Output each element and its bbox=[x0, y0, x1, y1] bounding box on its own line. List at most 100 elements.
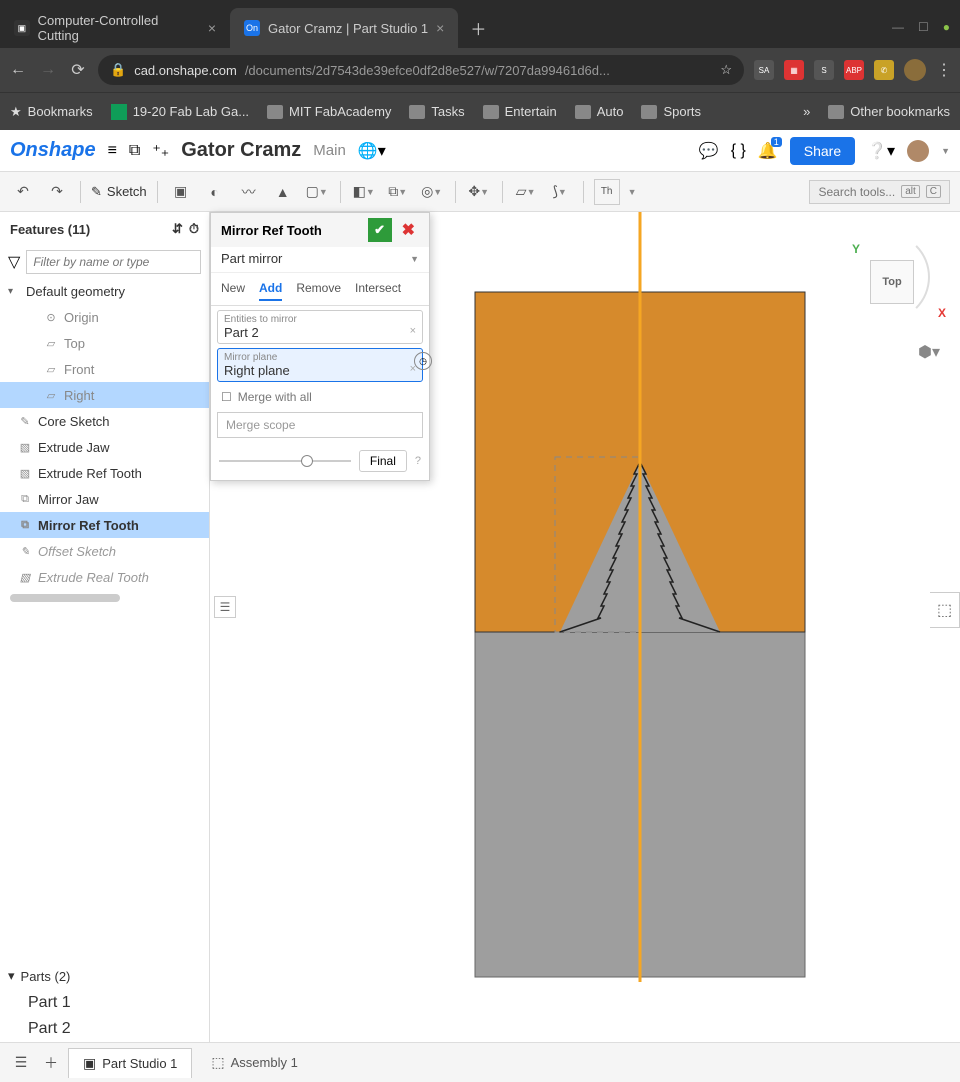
comment-icon[interactable]: 💬 bbox=[699, 141, 719, 161]
curve-icon[interactable]: ⟆▼ bbox=[547, 179, 573, 205]
tree-item-front[interactable]: ▱Front bbox=[0, 356, 209, 382]
plane-icon[interactable]: ▱▼ bbox=[513, 179, 539, 205]
bookmark-item[interactable]: Sports bbox=[641, 104, 701, 119]
display-mode-icon[interactable]: ⬢▾ bbox=[918, 342, 940, 362]
add-icon[interactable]: ⁺₊ bbox=[152, 141, 169, 161]
loft-icon[interactable]: ▲ bbox=[270, 179, 296, 205]
extension-icon[interactable]: S bbox=[814, 60, 834, 80]
braces-icon[interactable]: { } bbox=[731, 142, 746, 160]
maximize-icon[interactable]: ☐ bbox=[918, 20, 929, 34]
bookmark-item[interactable]: MIT FabAcademy bbox=[267, 104, 391, 119]
final-button[interactable]: Final bbox=[359, 450, 407, 472]
search-tools-input[interactable]: Search tools... altC bbox=[809, 180, 950, 204]
tree-item-origin[interactable]: ⊙Origin bbox=[0, 304, 209, 330]
view-cube[interactable]: Y Top X bbox=[840, 232, 940, 322]
tree-item[interactable]: ✎Core Sketch bbox=[0, 408, 209, 434]
notifications-icon[interactable]: 🔔1 bbox=[758, 141, 778, 161]
menu-icon[interactable]: ⋮ bbox=[936, 60, 952, 80]
chevron-down-icon[interactable]: ▼ bbox=[941, 146, 950, 156]
tab-new[interactable]: New bbox=[221, 277, 245, 301]
mirror-type-select[interactable]: Part mirror▼ bbox=[211, 247, 429, 273]
tree-item-mirror-ref-tooth[interactable]: ⧉Mirror Ref Tooth bbox=[0, 512, 209, 538]
tool-dropdown[interactable]: ▢▼ bbox=[304, 179, 330, 205]
history-icon[interactable]: ◷ bbox=[414, 352, 432, 370]
tab-remove[interactable]: Remove bbox=[296, 277, 341, 301]
extension-icon[interactable]: ▦ bbox=[784, 60, 804, 80]
browser-tab[interactable]: ▣ Computer-Controlled Cutting × bbox=[0, 8, 230, 48]
part-item[interactable]: Part 1 bbox=[0, 990, 209, 1016]
rollback-icon[interactable]: ⇵ bbox=[172, 221, 183, 237]
user-avatar[interactable] bbox=[907, 140, 929, 162]
tab-part-studio[interactable]: ▣Part Studio 1 bbox=[68, 1048, 192, 1078]
bookmark-item[interactable]: Auto bbox=[575, 104, 624, 119]
tree-icon[interactable]: ⧉ bbox=[129, 142, 140, 160]
viewcube-face-top[interactable]: Top bbox=[870, 260, 914, 304]
close-window-icon[interactable]: ● bbox=[943, 20, 950, 34]
tree-item[interactable]: ▧Extrude Jaw bbox=[0, 434, 209, 460]
share-button[interactable]: Share bbox=[790, 137, 855, 165]
stopwatch-icon[interactable]: ⏱ bbox=[189, 221, 199, 237]
filter-icon[interactable]: ▽ bbox=[8, 252, 20, 272]
sweep-icon[interactable]: 〰 bbox=[236, 179, 262, 205]
tab-menu-icon[interactable]: ☰ bbox=[8, 1050, 34, 1076]
opacity-slider[interactable] bbox=[219, 460, 351, 462]
reload-icon[interactable]: ⟳ bbox=[68, 60, 88, 80]
tab-add[interactable]: Add bbox=[259, 277, 282, 301]
overflow-icon[interactable]: » bbox=[803, 104, 810, 119]
undo-icon[interactable]: ↶ bbox=[10, 179, 36, 205]
tree-item[interactable]: ✎Offset Sketch bbox=[0, 538, 209, 564]
3d-canvas[interactable]: Mirror Ref Tooth ✔ ✖ Part mirror▼ New Ad… bbox=[210, 212, 960, 1042]
tab-assembly[interactable]: ⬚Assembly 1 bbox=[196, 1047, 312, 1078]
tree-item-top[interactable]: ▱Top bbox=[0, 330, 209, 356]
sketch-button[interactable]: ✎Sketch bbox=[91, 184, 147, 200]
fillet-icon[interactable]: ◧▼ bbox=[351, 179, 377, 205]
slider-thumb[interactable] bbox=[301, 455, 313, 467]
merge-scope-field[interactable]: Merge scope bbox=[217, 412, 423, 438]
entities-field[interactable]: Entities to mirror Part 2× bbox=[217, 310, 423, 344]
help-icon[interactable]: ? bbox=[415, 455, 421, 467]
filter-input[interactable] bbox=[26, 250, 201, 274]
revolve-icon[interactable]: ◐ bbox=[202, 179, 228, 205]
minimize-icon[interactable]: — bbox=[892, 20, 904, 34]
bookmark-item[interactable]: Tasks bbox=[409, 104, 464, 119]
document-title[interactable]: Gator Cramz bbox=[181, 139, 301, 162]
globe-icon[interactable]: 🌐▾ bbox=[358, 141, 386, 161]
bookmark-item[interactable]: Other bookmarks bbox=[828, 104, 950, 119]
tab-intersect[interactable]: Intersect bbox=[355, 277, 401, 301]
url-input[interactable]: 🔒 cad.onshape.com/documents/2d7543de39ef… bbox=[98, 55, 744, 85]
bookmark-item[interactable]: Entertain bbox=[483, 104, 557, 119]
close-icon[interactable]: × bbox=[436, 20, 444, 36]
bookmark-item[interactable]: 19-20 Fab Lab Ga... bbox=[111, 104, 249, 120]
profile-avatar[interactable] bbox=[904, 59, 926, 81]
collapse-panel-icon[interactable]: ☰ bbox=[214, 596, 236, 618]
parts-header[interactable]: ▾Parts (2) bbox=[0, 962, 209, 990]
tree-item[interactable]: ▧Extrude Ref Tooth bbox=[0, 460, 209, 486]
isometric-icon[interactable]: ⬚ bbox=[930, 592, 960, 628]
extension-icon[interactable]: ABP bbox=[844, 60, 864, 80]
boolean-icon[interactable]: ◎▼ bbox=[419, 179, 445, 205]
menu-icon[interactable]: ≡ bbox=[108, 142, 117, 160]
extension-icon[interactable]: ✆ bbox=[874, 60, 894, 80]
pattern-icon[interactable]: ⧉▼ bbox=[385, 179, 411, 205]
bookmark-item[interactable]: ★Bookmarks bbox=[10, 104, 93, 120]
mirror-plane-field[interactable]: ◷ Mirror plane Right plane× bbox=[217, 348, 423, 382]
tree-item[interactable]: ⧉Mirror Jaw bbox=[0, 486, 209, 512]
confirm-button[interactable]: ✔ bbox=[368, 218, 392, 242]
back-icon[interactable]: ← bbox=[8, 60, 28, 80]
tree-item[interactable]: ▧Extrude Real Tooth bbox=[0, 564, 209, 590]
thickness-button[interactable]: Th bbox=[594, 179, 620, 205]
extrude-icon[interactable]: ▣ bbox=[168, 179, 194, 205]
add-tab-button[interactable]: ＋ bbox=[38, 1050, 64, 1076]
forward-icon[interactable]: → bbox=[38, 60, 58, 80]
tree-group[interactable]: ▾Default geometry bbox=[0, 278, 209, 304]
browser-tab[interactable]: On Gator Cramz | Part Studio 1 × bbox=[230, 8, 458, 48]
redo-icon[interactable]: ↷ bbox=[44, 179, 70, 205]
merge-all-checkbox[interactable]: ☐Merge with all bbox=[211, 386, 429, 408]
clear-icon[interactable]: × bbox=[410, 325, 416, 340]
extension-icon[interactable]: SA bbox=[754, 60, 774, 80]
cancel-button[interactable]: ✖ bbox=[398, 220, 419, 240]
new-tab-button[interactable]: ＋ bbox=[464, 14, 492, 42]
transform-icon[interactable]: ✥▼ bbox=[466, 179, 492, 205]
part-item[interactable]: Part 2 bbox=[0, 1016, 209, 1042]
onshape-logo[interactable]: Onshape bbox=[10, 139, 96, 162]
